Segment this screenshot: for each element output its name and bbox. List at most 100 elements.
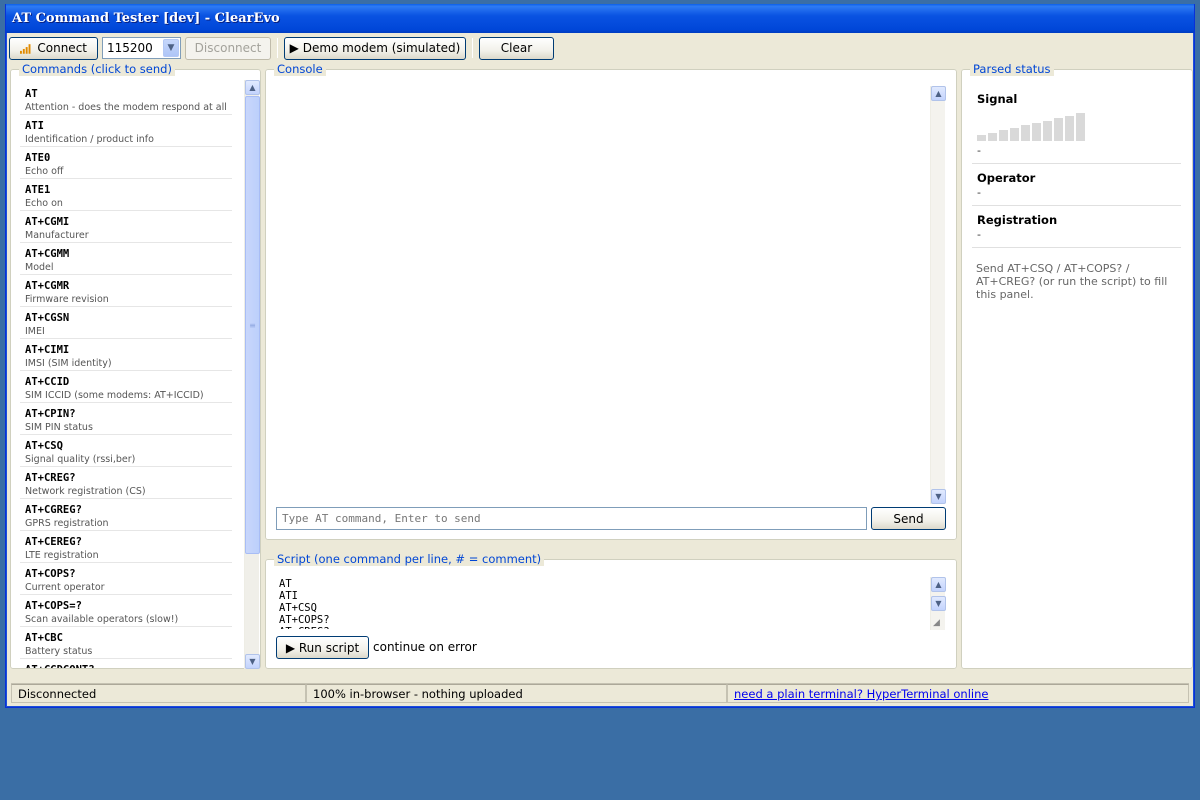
- command-item[interactable]: AT+CGSN IMEI: [20, 307, 232, 339]
- registration-section: Registration -: [972, 206, 1181, 248]
- signal-bars: [977, 113, 1176, 141]
- commands-viewport: AT Attention - does the modem respond at …: [11, 80, 247, 668]
- hyperterminal-link[interactable]: need a plain terminal? HyperTerminal onl…: [734, 687, 988, 701]
- commands-panel-title: Commands (click to send): [19, 63, 175, 76]
- command-item[interactable]: AT Attention - does the modem respond at …: [20, 83, 232, 115]
- command-code: AT+CPIN?: [25, 408, 76, 420]
- scroll-down-icon[interactable]: ▼: [931, 489, 946, 504]
- command-input[interactable]: Type AT command, Enter to send: [276, 507, 867, 530]
- baud-rate-select[interactable]: 115200 ▼: [102, 37, 181, 59]
- scroll-up-icon[interactable]: ▲: [931, 86, 946, 101]
- command-description: Current operator: [25, 582, 105, 593]
- command-description: Model: [25, 262, 54, 273]
- script-textarea[interactable]: AT ATI AT+CSQ AT+COPS? AT+CREG?: [279, 578, 925, 629]
- scroll-down-icon[interactable]: ▼: [245, 654, 260, 669]
- command-code: AT+CGSN: [25, 312, 70, 324]
- command-item[interactable]: AT+COPS? Current operator: [20, 563, 232, 595]
- signal-bar: [988, 132, 997, 141]
- command-code: ATE1: [25, 184, 51, 196]
- toolbar: Connect 115200 ▼ Disconnect ▶ Demo modem…: [9, 36, 1191, 60]
- command-description: Manufacturer: [25, 230, 89, 241]
- registration-value: -: [977, 228, 981, 241]
- signal-bar: [1010, 127, 1019, 141]
- command-item[interactable]: AT+CCID SIM ICCID (some modems: AT+ICCID): [20, 371, 232, 403]
- privacy-note: 100% in-browser - nothing uploaded: [306, 684, 727, 703]
- signal-bar: [1021, 125, 1030, 141]
- signal-label: Signal: [977, 92, 1018, 106]
- signal-section: Signal -: [972, 85, 1181, 164]
- resize-grip-icon[interactable]: ◢: [933, 618, 944, 629]
- status-link-cell: need a plain terminal? HyperTerminal onl…: [727, 684, 1189, 703]
- command-item[interactable]: AT+COPS=? Scan available operators (slow!…: [20, 595, 232, 627]
- chevron-down-icon: ▼: [163, 39, 179, 57]
- send-button[interactable]: Send: [871, 507, 946, 530]
- command-item[interactable]: AT+CGDCONT?: [20, 659, 232, 668]
- command-item[interactable]: AT+CEREG? LTE registration: [20, 531, 232, 563]
- console-panel-title: Console: [274, 63, 326, 76]
- app-window: AT Command Tester [dev] - ClearEvo Conne…: [5, 4, 1195, 708]
- disconnect-button[interactable]: Disconnect: [185, 36, 271, 60]
- command-code: AT+CIMI: [25, 344, 70, 356]
- command-code: AT+CGMR: [25, 280, 70, 292]
- connect-button[interactable]: Connect: [9, 36, 98, 60]
- command-item[interactable]: AT+CBC Battery status: [20, 627, 232, 659]
- commands-scrollbar[interactable]: ▲ ≡ ▼: [244, 80, 260, 669]
- signal-bar: [1054, 118, 1063, 141]
- registration-label: Registration: [977, 213, 1058, 227]
- command-item[interactable]: AT+CPIN? SIM PIN status: [20, 403, 232, 435]
- toolbar-divider: [277, 38, 278, 58]
- command-item[interactable]: AT+CGREG? GPRS registration: [20, 499, 232, 531]
- command-item[interactable]: AT+CIMI IMSI (SIM identity): [20, 339, 232, 371]
- command-code: AT+CGREG?: [25, 504, 82, 516]
- command-description: Signal quality (rssi,ber): [25, 454, 136, 465]
- command-description: IMEI: [25, 326, 45, 337]
- signal-bar: [977, 135, 986, 141]
- command-code: AT+COPS?: [25, 568, 76, 580]
- command-item[interactable]: AT+CGMI Manufacturer: [20, 211, 232, 243]
- connection-status: Disconnected: [11, 684, 306, 703]
- window-title: AT Command Tester [dev] - ClearEvo: [6, 4, 1194, 33]
- command-item[interactable]: ATE0 Echo off: [20, 147, 232, 179]
- command-item[interactable]: AT+CGMR Firmware revision: [20, 275, 232, 307]
- run-script-button[interactable]: ▶ Run script: [276, 636, 369, 659]
- command-description: Identification / product info: [25, 134, 154, 145]
- parsed-status-panel: Parsed status Signal - Operator - Regist…: [961, 63, 1193, 669]
- commands-panel: Commands (click to send) AT Attention - d…: [10, 63, 261, 669]
- parsed-status-content: Signal - Operator - Registration - Send …: [962, 85, 1192, 301]
- signal-value: -: [977, 144, 981, 157]
- connect-label: Connect: [37, 41, 87, 55]
- command-item[interactable]: AT+CSQ Signal quality (rssi,ber): [20, 435, 232, 467]
- command-description: Firmware revision: [25, 294, 109, 305]
- parsed-status-hint: Send AT+CSQ / AT+COPS? / AT+CREG? (or ru…: [976, 262, 1168, 301]
- scroll-up-icon[interactable]: ▲: [245, 80, 260, 95]
- baud-rate-value: 115200: [107, 41, 153, 55]
- scroll-up-icon[interactable]: ▲: [931, 577, 946, 592]
- command-code: AT+CBC: [25, 632, 63, 644]
- operator-label: Operator: [977, 171, 1036, 185]
- command-description: GPRS registration: [25, 518, 109, 529]
- command-code: AT+COPS=?: [25, 600, 82, 612]
- console-output: [276, 85, 931, 503]
- command-description: Echo off: [25, 166, 64, 177]
- script-scrollbar[interactable]: ▲ ▼ ◢: [930, 577, 946, 630]
- command-code: ATI: [25, 120, 44, 132]
- demo-modem-button[interactable]: ▶ Demo modem (simulated): [284, 36, 466, 60]
- command-description: Attention - does the modem respond at al…: [25, 102, 227, 113]
- command-code: AT+CSQ: [25, 440, 63, 452]
- operator-section: Operator -: [972, 164, 1181, 206]
- scroll-down-icon[interactable]: ▼: [931, 596, 946, 611]
- signal-bar: [1043, 120, 1052, 141]
- signal-bar: [1032, 123, 1041, 141]
- scrollbar-thumb[interactable]: ≡: [245, 96, 260, 554]
- continue-on-error-label[interactable]: continue on error: [373, 640, 477, 654]
- command-item[interactable]: ATE1 Echo on: [20, 179, 232, 211]
- console-scrollbar[interactable]: ▲ ▼: [930, 86, 946, 504]
- clear-button[interactable]: Clear: [479, 36, 554, 60]
- command-description: Network registration (CS): [25, 486, 146, 497]
- script-panel-title: Script (one command per line, # = commen…: [274, 553, 545, 566]
- command-item[interactable]: AT+CREG? Network registration (CS): [20, 467, 232, 499]
- command-description: LTE registration: [25, 550, 99, 561]
- command-item[interactable]: AT+CGMM Model: [20, 243, 232, 275]
- command-description: IMSI (SIM identity): [25, 358, 112, 369]
- command-item[interactable]: ATI Identification / product info: [20, 115, 232, 147]
